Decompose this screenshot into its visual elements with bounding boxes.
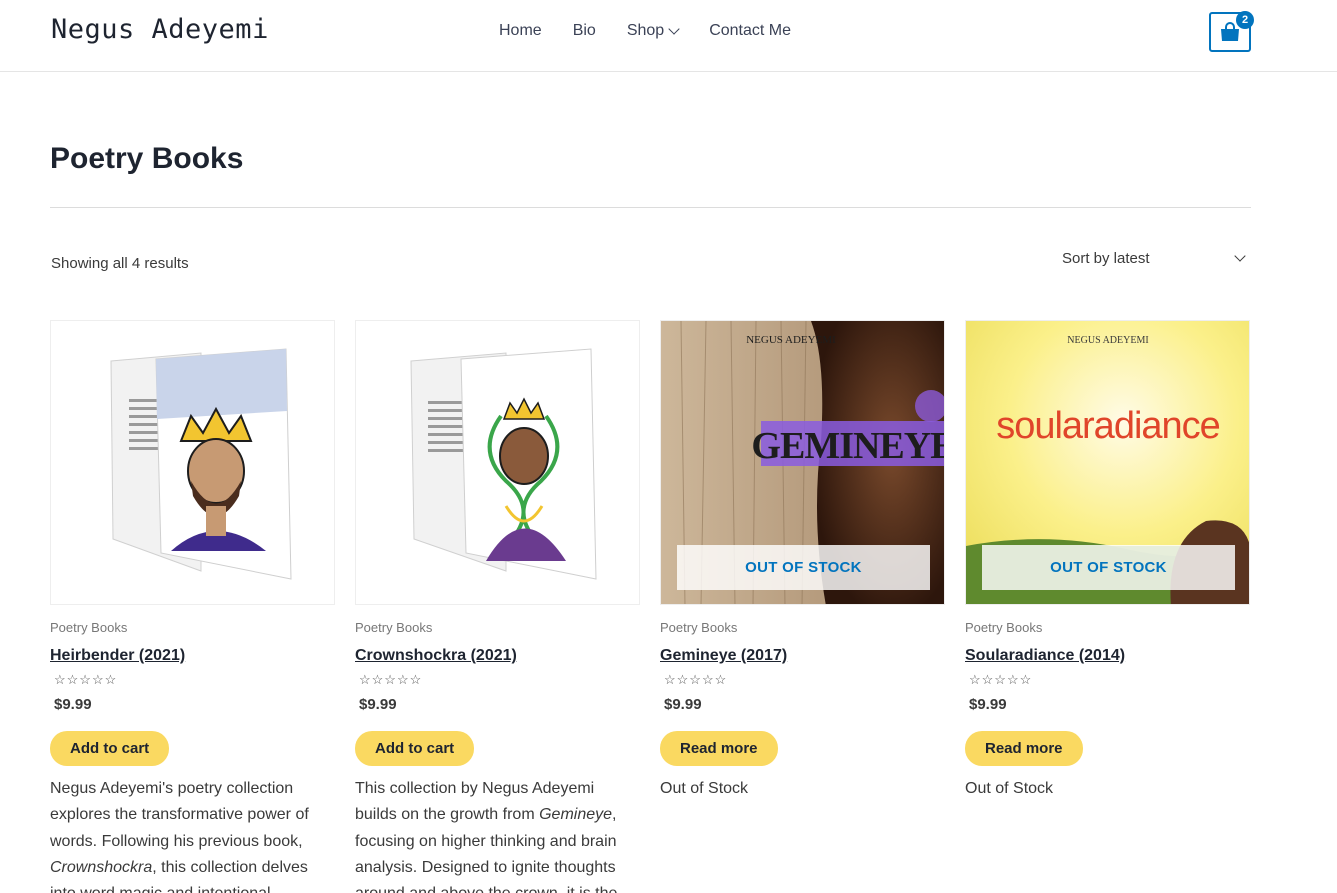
cover-title: GEMINEYE [751,425,945,467]
cart-count-badge: 2 [1236,11,1254,29]
product-price: $9.99 [359,696,397,713]
product-title[interactable]: Heirbender (2021) [50,647,185,665]
nav-shop-label: Shop [626,22,665,39]
product-category[interactable]: Poetry Books [355,620,432,635]
read-more-button[interactable]: Read more [660,731,778,766]
product-card: NEGUS ADEYEMI soularadiance OUT OF STOCK… [965,320,1250,797]
chevron-down-icon [668,22,680,35]
add-to-cart-button[interactable]: Add to cart [355,731,475,766]
product-image[interactable] [355,320,640,605]
rating-stars: ☆☆☆☆☆ [664,672,728,687]
nav-contact[interactable]: Contact Me [709,22,791,40]
cover-author: NEGUS ADEYEMI [1067,335,1148,346]
stock-status: Out of Stock [965,780,1054,797]
product-category[interactable]: Poetry Books [50,620,127,635]
sort-select-value: Sort by latest [1062,250,1150,267]
product-description: Negus Adeyemi's poetry collection explor… [50,776,335,893]
stock-status: Out of Stock [660,780,749,797]
desc-italic: Crownshockra [50,858,153,876]
product-price: $9.99 [664,696,702,713]
product-title[interactable]: Crownshockra (2021) [355,647,517,665]
desc-italic: Gemineye [539,806,613,824]
divider [50,207,1251,208]
sort-select[interactable]: Sort by latest [1062,250,1250,272]
product-title[interactable]: Gemineye (2017) [660,647,787,665]
product-price: $9.99 [969,696,1007,713]
product-price: $9.99 [54,696,92,713]
desc-text: Negus Adeyemi's poetry collection explor… [50,780,309,850]
out-of-stock-badge: OUT OF STOCK [982,545,1235,590]
product-title[interactable]: Soularadiance (2014) [965,647,1125,665]
site-header: Negus Adeyemi Home Bio Shop Contact Me 2 [0,0,1337,72]
site-logo[interactable]: Negus Adeyemi [51,14,269,45]
product-card: Poetry Books Crownshockra (2021) ☆☆☆☆☆ $… [355,320,640,893]
product-image[interactable] [50,320,335,605]
result-count: Showing all 4 results [51,255,189,272]
product-category[interactable]: Poetry Books [965,620,1042,635]
nav-shop[interactable]: Shop [626,22,680,40]
add-to-cart-button[interactable]: Add to cart [50,731,170,766]
rating-stars: ☆☆☆☆☆ [54,672,118,687]
rating-stars: ☆☆☆☆☆ [359,672,423,687]
read-more-button[interactable]: Read more [965,731,1083,766]
nav-bio[interactable]: Bio [573,22,596,40]
product-description: This collection by Negus Adeyemi builds … [355,776,640,893]
chevron-down-icon [1234,250,1246,262]
product-image[interactable]: NEGUS ADEYEMI soularadiance OUT OF STOCK [965,320,1250,605]
product-card: Poetry Books Heirbender (2021) ☆☆☆☆☆ $9.… [50,320,335,893]
product-category[interactable]: Poetry Books [660,620,737,635]
nav-home[interactable]: Home [499,22,542,40]
cover-author: NEGUS ADEYEMI [746,334,836,346]
out-of-stock-badge: OUT OF STOCK [677,545,930,590]
page-title: Poetry Books [50,142,244,175]
product-image[interactable]: GEMINEYE NEGUS ADEYEMI OUT OF STOCK [660,320,945,605]
cover-title: soularadiance [996,405,1220,447]
main-nav: Home Bio Shop Contact Me [499,22,822,40]
rating-stars: ☆☆☆☆☆ [969,672,1033,687]
product-card: GEMINEYE NEGUS ADEYEMI OUT OF STOCK Poet… [660,320,945,797]
